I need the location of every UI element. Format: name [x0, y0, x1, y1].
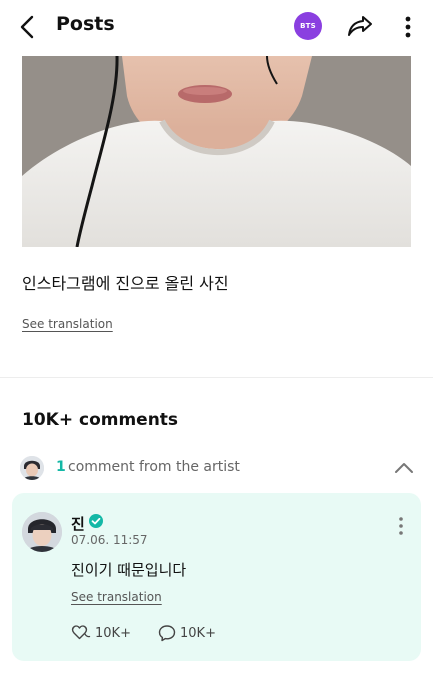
chevron-up-icon[interactable] — [394, 460, 414, 474]
artist-comment-count: 1 — [56, 459, 66, 475]
comment-actions: 10K+ 10K+ — [71, 623, 271, 643]
post-photo[interactable] — [22, 56, 411, 247]
reply-bubble-icon — [158, 625, 176, 642]
comment-author-name: 진 — [71, 515, 85, 533]
top-bar: Posts BTS — [0, 0, 433, 54]
post-caption: 인스타그램에 진으로 올린 사진 — [22, 274, 229, 293]
back-arrow-icon[interactable] — [16, 14, 40, 40]
artist-comment-label: comment from the artist — [68, 459, 240, 475]
comment-more-icon[interactable] — [396, 515, 406, 537]
like-button[interactable]: 10K+ — [71, 623, 131, 643]
artist-comment-toggle[interactable]: 1 comment from the artist — [20, 456, 420, 482]
reply-button[interactable]: 10K+ — [158, 623, 216, 643]
reply-count: 10K+ — [180, 625, 216, 641]
artist-community-badge[interactable]: BTS — [294, 12, 322, 40]
comment-author-avatar[interactable] — [22, 512, 62, 552]
verified-badge-icon — [89, 514, 103, 528]
like-count: 10K+ — [95, 625, 131, 641]
more-options-icon[interactable] — [398, 13, 418, 41]
like-icon — [71, 625, 91, 640]
comments-count-heading: 10K+ comments — [22, 410, 179, 430]
artist-comment-card: 진 07.06. 11:57 진이기 때문입니다 See translation… — [12, 493, 421, 661]
page-title: Posts — [56, 13, 115, 35]
artist-avatar — [20, 456, 44, 480]
comment-body: 진이기 때문입니다 — [71, 561, 187, 579]
comment-timestamp: 07.06. 11:57 — [71, 533, 148, 547]
section-divider — [0, 377, 433, 378]
photo-illustration — [22, 56, 411, 247]
comment-see-translation-link[interactable]: See translation — [71, 590, 162, 604]
share-icon[interactable] — [346, 13, 374, 39]
see-translation-link[interactable]: See translation — [22, 317, 113, 331]
